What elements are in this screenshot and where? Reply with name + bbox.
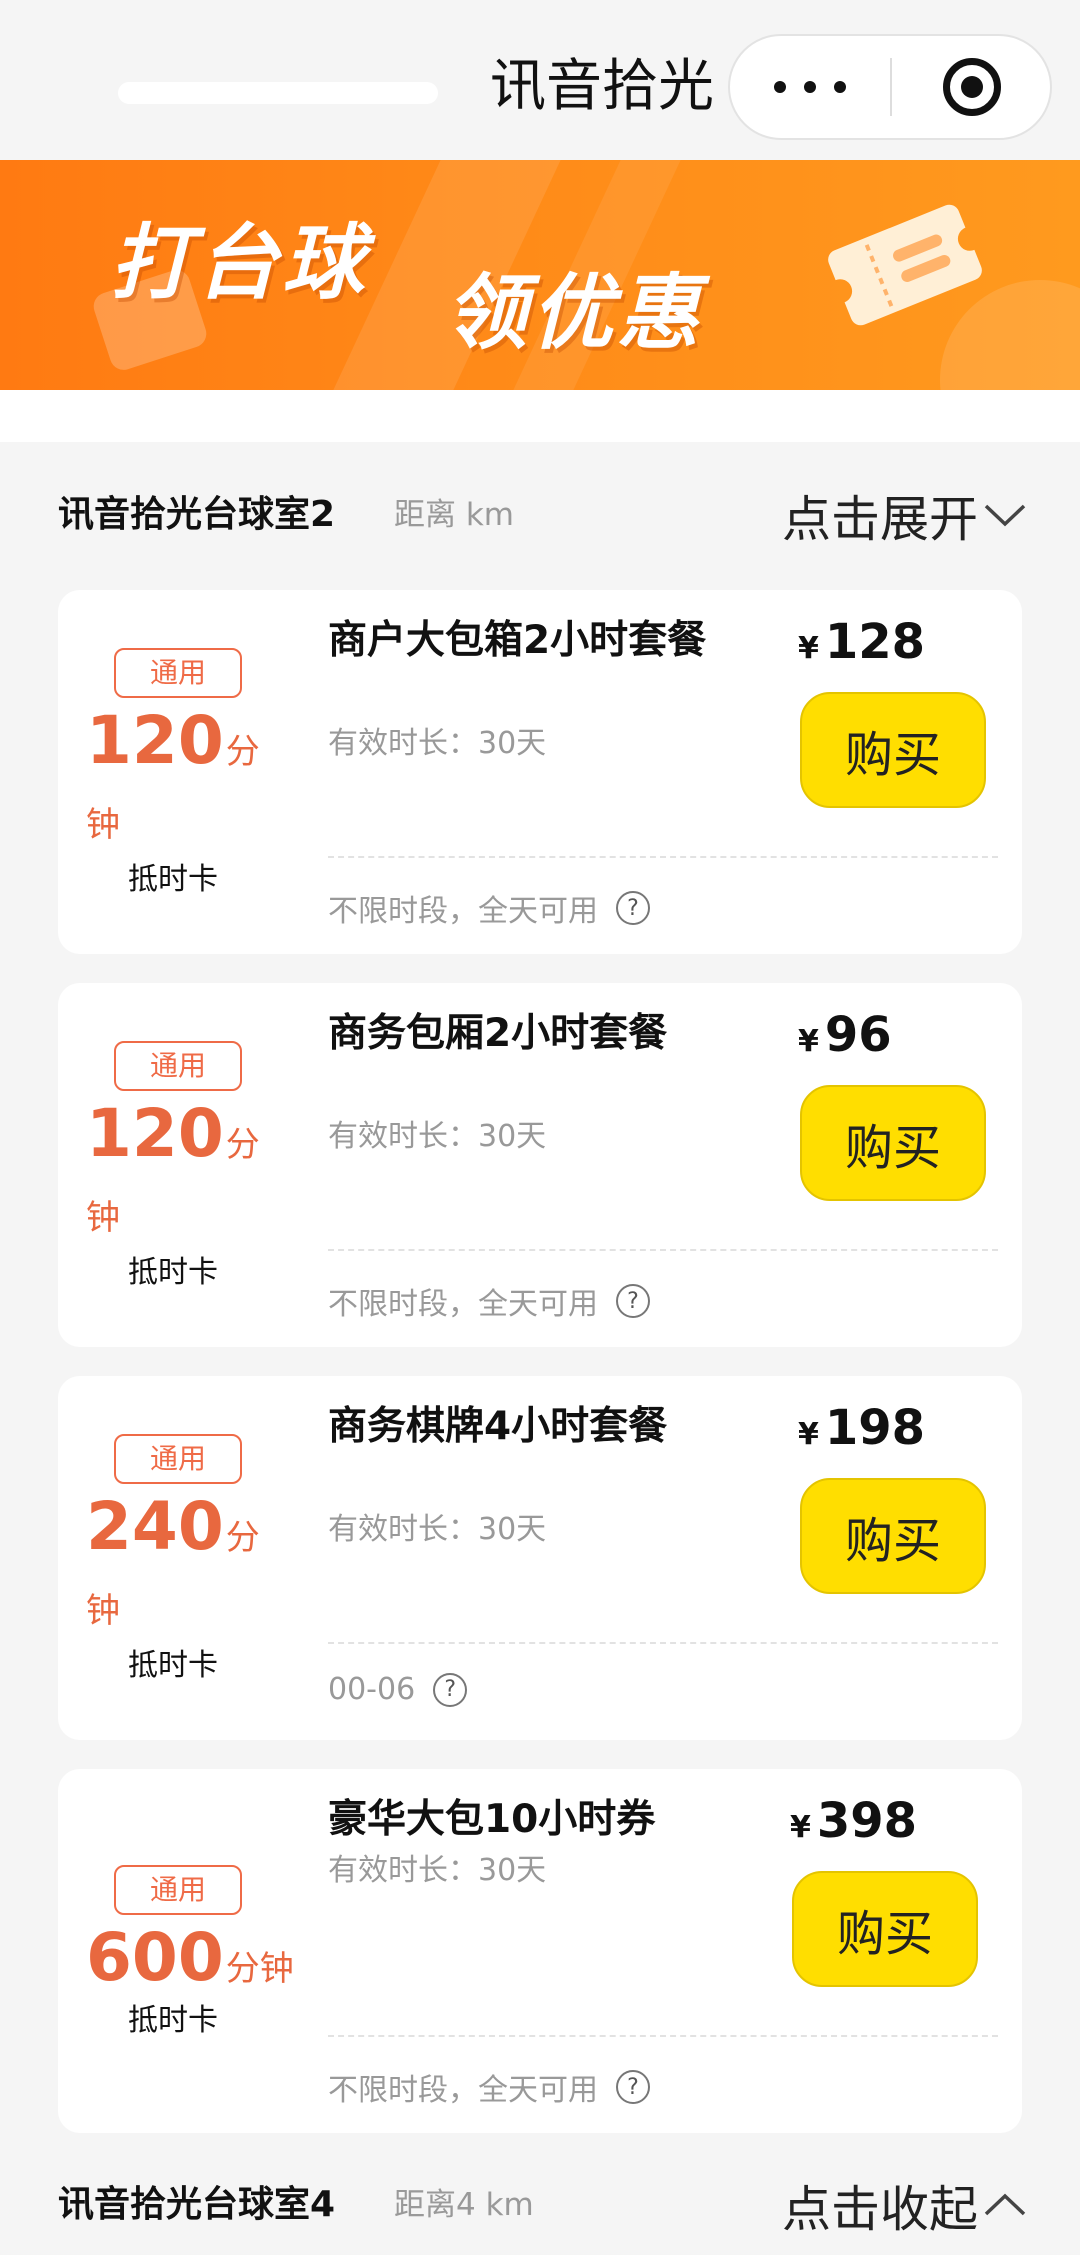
question-icon[interactable]: ? — [616, 891, 650, 925]
usage-note: 不限时段，全天可用? — [328, 886, 650, 930]
promo-banner[interactable]: 打台球 领优惠 — [0, 160, 1080, 390]
price: ¥198 — [798, 1400, 926, 1456]
minutes-unit: 钟 — [86, 1198, 120, 1238]
price: ¥398 — [790, 1793, 918, 1849]
question-icon[interactable]: ? — [616, 1284, 650, 1318]
validity: 有效时长：30天 — [328, 1512, 547, 1547]
card-left: 通用 120分 钟 抵时卡 — [58, 590, 298, 954]
general-badge: 通用 — [114, 648, 242, 698]
divider — [328, 1642, 998, 1644]
expand-toggle[interactable]: 点击展开 — [782, 470, 1028, 560]
card-left: 通用 120分 钟 抵时卡 — [58, 983, 298, 1347]
package-name: 商户大包箱2小时套餐 — [328, 618, 707, 663]
divider — [328, 2035, 998, 2037]
chevron-down-icon — [984, 504, 1026, 527]
package-card: 通用 120分 钟 抵时卡 商务包厢2小时套餐 有效时长：30天 ¥96 购买 … — [58, 983, 1022, 1347]
banner-title-1: 打台球 — [110, 216, 368, 311]
card-kind: 抵时卡 — [128, 862, 218, 897]
store-distance: 距离4 km — [394, 2187, 534, 2223]
buy-button[interactable]: 购买 — [800, 692, 986, 808]
price: ¥128 — [798, 614, 926, 670]
ticket-icon — [828, 204, 982, 326]
store-section-header: 讯音拾光台球室4 距离4 km 点击收起 — [58, 2160, 1028, 2250]
minutes-value: 120分 — [86, 1095, 260, 1172]
minutes-unit: 钟 — [86, 1591, 120, 1631]
usage-note: 不限时段，全天可用? — [328, 1279, 650, 1323]
nav-bar: 讯音拾光 — [0, 0, 1080, 160]
package-name: 商务棋牌4小时套餐 — [328, 1404, 668, 1449]
package-name: 商务包厢2小时套餐 — [328, 1011, 668, 1056]
validity: 有效时长：30天 — [328, 1853, 547, 1888]
store-name: 讯音拾光台球室4 — [58, 2184, 336, 2225]
minutes-value: 120分 — [86, 702, 260, 779]
mini-program-capsule — [728, 34, 1052, 140]
collapse-label: 点击收起 — [781, 2180, 978, 2238]
package-card: 通用 600分钟 抵时卡 豪华大包10小时券 有效时长：30天 ¥398 购买 … — [58, 1769, 1022, 2133]
minutes-value: 240分 — [86, 1488, 260, 1565]
chevron-up-icon — [984, 2193, 1026, 2216]
usage-note: 00-06? — [328, 1672, 468, 1707]
price: ¥96 — [798, 1007, 892, 1063]
expand-label: 点击展开 — [781, 490, 978, 548]
general-badge: 通用 — [114, 1041, 242, 1091]
page-title: 讯音拾光 — [490, 54, 714, 119]
buy-button[interactable]: 购买 — [792, 1871, 978, 1987]
store-name: 讯音拾光台球室2 — [58, 494, 336, 535]
package-card: 通用 240分 钟 抵时卡 商务棋牌4小时套餐 有效时长：30天 ¥198 购买… — [58, 1376, 1022, 1740]
collapse-toggle[interactable]: 点击收起 — [782, 2160, 1028, 2250]
question-icon[interactable]: ? — [433, 1672, 468, 1707]
usage-note: 不限时段，全天可用? — [328, 2065, 650, 2109]
package-name: 豪华大包10小时券 — [328, 1797, 656, 1842]
buy-button[interactable]: 购买 — [800, 1478, 986, 1594]
blurred-text — [118, 82, 438, 104]
banner-gap — [0, 390, 1080, 442]
store-section-header: 讯音拾光台球室2 距离 km 点击展开 — [58, 470, 1028, 560]
record-icon[interactable] — [892, 36, 1052, 138]
question-icon[interactable]: ? — [616, 2070, 650, 2104]
card-kind: 抵时卡 — [128, 2003, 218, 2038]
card-kind: 抵时卡 — [128, 1648, 218, 1683]
package-card: 通用 120分 钟 抵时卡 商户大包箱2小时套餐 有效时长：30天 ¥128 购… — [58, 590, 1022, 954]
divider — [328, 1249, 998, 1251]
more-dots-icon[interactable] — [730, 36, 890, 138]
validity: 有效时长：30天 — [328, 726, 547, 761]
minutes-unit: 钟 — [86, 805, 120, 845]
banner-title-2: 领优惠 — [445, 266, 703, 361]
card-left: 通用 240分 钟 抵时卡 — [58, 1376, 298, 1740]
general-badge: 通用 — [114, 1434, 242, 1484]
card-left: 通用 600分钟 抵时卡 — [58, 1769, 298, 2133]
store-distance: 距离 km — [394, 497, 515, 533]
card-kind: 抵时卡 — [128, 1255, 218, 1290]
general-badge: 通用 — [114, 1865, 242, 1915]
validity: 有效时长：30天 — [328, 1119, 547, 1154]
buy-button[interactable]: 购买 — [800, 1085, 986, 1201]
minutes-value: 600分钟 — [86, 1919, 294, 1996]
divider — [328, 856, 998, 858]
